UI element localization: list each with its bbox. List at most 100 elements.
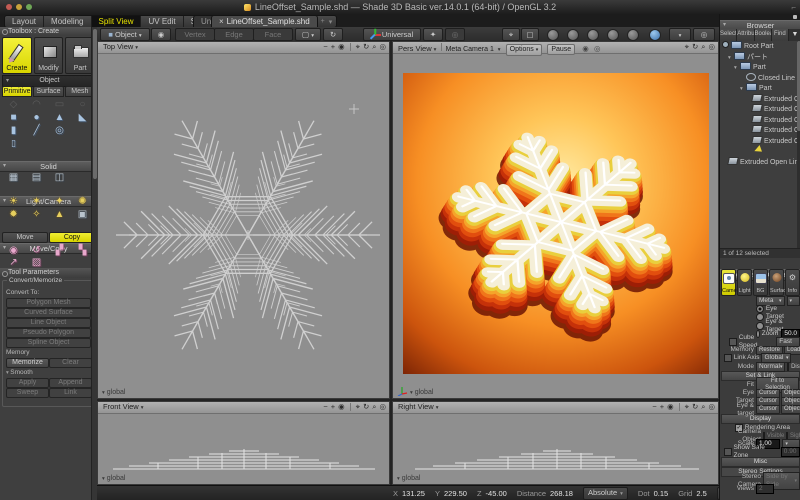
quality-icon[interactable]: ◎ [594,44,601,53]
cube-speed-checkbox[interactable] [729,338,737,346]
eye-radio[interactable] [756,305,764,313]
arc-tool-icon[interactable]: ◠ [25,98,48,111]
directional-light-icon[interactable]: ▲ [48,208,71,221]
zoom-in-icon[interactable]: + [331,42,335,52]
target-radio[interactable] [756,313,764,321]
tab-uv-edit[interactable]: UV Edit [141,16,183,27]
face-mode-button[interactable]: Face [253,28,293,41]
tab-layout[interactable]: Layout [5,16,44,27]
safe-zone-field[interactable]: 0.90 [781,447,800,457]
eye-target-cursor-button[interactable]: Cursor [756,405,780,414]
fit-icon[interactable]: ◎ [708,402,715,412]
distant-checkbox[interactable] [787,363,789,371]
browser-tab-boolean[interactable]: Boolean [755,29,772,41]
tree-row[interactable]: ▾Part [720,83,797,94]
view-zoom-icon[interactable] [587,29,599,41]
marquee-select-button[interactable]: ▢ ▾ [295,28,321,41]
sphere-primitive-icon[interactable]: ● [25,111,48,124]
focus-icon[interactable]: ◉ [667,402,674,412]
disc-primitive-icon[interactable]: ◎ [48,124,71,137]
sweep-button[interactable]: Sweep [6,388,49,398]
link-axis-checkbox[interactable] [724,354,732,362]
tab-overflow-icon[interactable]: ▾ [329,18,333,26]
rotate-icon[interactable]: ↻ [363,402,369,412]
point-light-icon[interactable]: ☀ [2,195,25,208]
cone-primitive-icon[interactable]: ▲ [48,111,71,124]
camera-select-dropdown[interactable]: Meta Camera 1 ▾ [446,46,501,53]
right-viewport[interactable]: Right View▾ − + ◉ ⌖ ↻ ⌕ ◎ [392,401,719,485]
tree-row[interactable]: Extruded Closed [720,115,797,126]
front-viewport[interactable]: Front View▾ − + ◉ ⌖ ↻ ⌕ ◎ [97,401,390,485]
memorize-button[interactable]: Memorize [6,358,49,368]
coordinate-mode-dropdown[interactable]: Absolute▾ [583,487,628,500]
view-pan-icon[interactable] [567,29,579,41]
panel-menu-icon[interactable] [793,15,797,19]
edge-mode-button[interactable]: Edge [214,28,254,41]
front-global-label[interactable]: ▾global [102,475,125,482]
options-dropdown[interactable]: Options ▾ [506,44,543,56]
convert-polygon-mesh-button[interactable]: Polygon Mesh [6,298,91,308]
create-button[interactable]: Create [2,37,32,74]
pers-viewport[interactable]: Pers View▾ Meta Camera 1 ▾ Options ▾ Pau… [392,41,719,399]
fit-icon[interactable]: ◎ [708,42,715,52]
browser-tab-select[interactable]: Select [720,29,737,41]
aggregate-tab-surface[interactable]: Surface [769,269,784,296]
views-field[interactable]: 2 [756,484,774,494]
intersect-solid-icon[interactable]: ◫ [48,171,71,184]
browser-tab-attributes[interactable]: Attributes [737,29,754,41]
display-options-button[interactable]: ▾ [669,28,691,41]
tree-row[interactable]: Extruded Closed [720,94,797,105]
tree-row[interactable]: Closed Line [720,73,797,84]
filter-funnel-icon[interactable]: ▼ [789,29,800,41]
clear-button[interactable]: Clear [49,358,92,368]
spot-light-icon[interactable]: ✶ [25,195,48,208]
camera-button[interactable]: ◉ [151,28,171,41]
eye-target-object-button[interactable]: Object [781,405,800,414]
tree-row[interactable]: Extruded Closed [720,125,797,136]
pan-icon[interactable]: ⌖ [356,42,360,52]
distant-light-icon[interactable]: ✦ [48,195,71,208]
focus-icon[interactable]: ◉ [338,402,345,412]
union-solid-icon[interactable]: ▦ [2,171,25,184]
pan-icon[interactable]: ⌖ [356,402,360,412]
tab-surface[interactable]: Surface [33,86,63,97]
pan-icon[interactable]: ⌖ [685,42,689,52]
grid-button[interactable]: ▢ [521,28,539,41]
tree-row[interactable]: Extruded Closed [720,104,797,115]
focus-icon[interactable]: ◉ [338,42,345,52]
browser-tab-find[interactable]: Find [772,29,789,41]
apply-button[interactable]: Apply [6,378,49,388]
view-orbit-icon[interactable] [547,29,559,41]
magnify-icon[interactable]: ⌕ [372,402,376,412]
convert-line-object-button[interactable]: Line Object [6,318,91,328]
convert-pseudo-polygon-button[interactable]: Pseudo Polygon [6,328,91,338]
visibility-eye-icon[interactable] [722,41,729,48]
polygon-tool-icon[interactable]: ◇ [2,98,25,111]
magnify-icon[interactable]: ⌕ [372,42,376,52]
right-global-label[interactable]: ▾global [397,475,420,482]
zoom-in-icon[interactable]: + [660,402,664,412]
tab-modeling[interactable]: Modeling [44,16,91,27]
subtract-solid-icon[interactable]: ▤ [25,171,48,184]
object-mode-dropdown[interactable]: ■ Object ▾ [100,28,150,41]
aggregate-tab-info[interactable]: ⚙Info [785,269,800,296]
fly-button[interactable]: ◎ [445,28,465,41]
magnify-icon[interactable]: ⌕ [701,42,705,52]
safe-zone-checkbox[interactable] [724,448,732,456]
walkthrough-button[interactable]: ✦ [423,28,443,41]
pers-global-label[interactable]: ▾global [397,385,433,396]
pause-button[interactable]: Pause [547,44,575,55]
convert-spline-object-button[interactable]: Spline Object [6,338,91,348]
view-fit-icon[interactable] [607,29,619,41]
convert-curved-surface-button[interactable]: Curved Surface [6,308,91,318]
aggregate-tab-bg[interactable]: BG [753,269,768,296]
top-global-label[interactable]: ▾global [102,389,125,396]
vertex-mode-button[interactable]: Vertex [175,28,215,41]
refresh-icon[interactable]: ◉ [582,44,589,53]
cylinder-primitive-icon[interactable]: ▮ [2,124,25,137]
mode-dropdown[interactable]: Normal▾ [756,362,785,372]
zoom-in-icon[interactable]: + [331,402,335,412]
copy-button[interactable]: Copy [49,232,95,243]
rotate-icon[interactable]: ↻ [692,402,698,412]
aggregate-tab-camera[interactable]: Camera [721,269,736,296]
